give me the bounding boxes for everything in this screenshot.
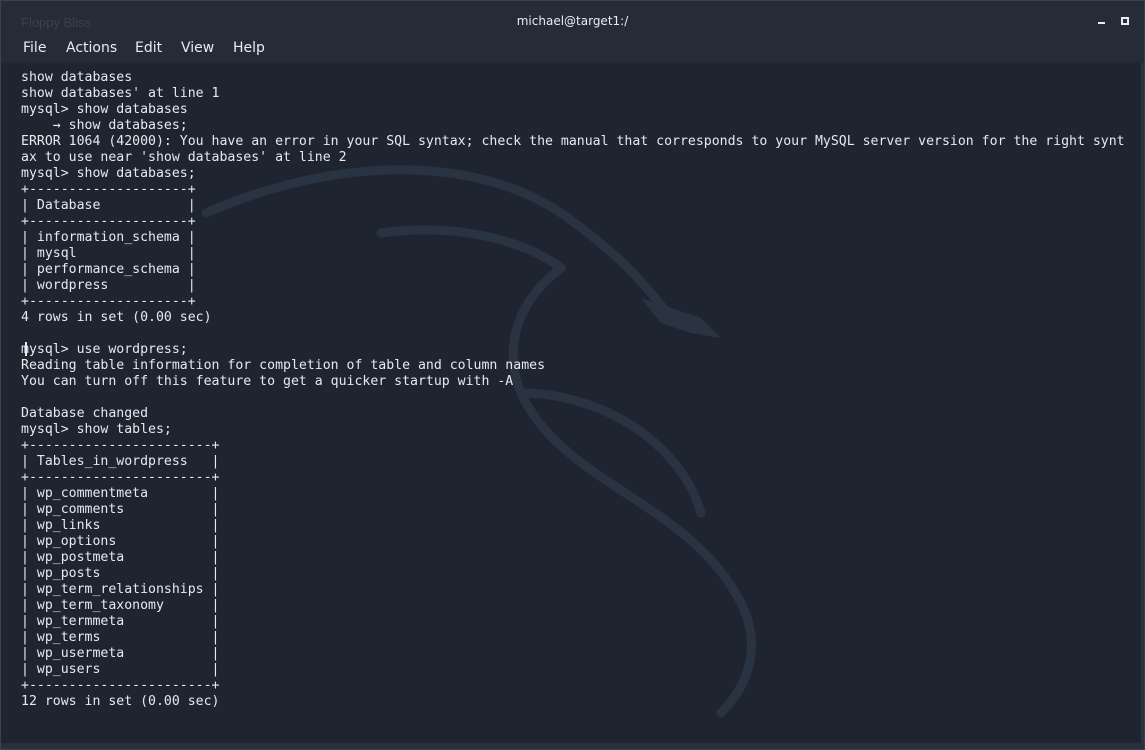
terminal-line: +--------------------+ xyxy=(21,214,196,229)
terminal-line: | information_schema | xyxy=(21,230,196,245)
menu-bar: File Actions Edit View Help xyxy=(1,37,1144,61)
terminal-line: | wp_options | xyxy=(21,534,220,549)
terminal-line: | wp_term_taxonomy | xyxy=(21,598,220,613)
minimize-icon[interactable] xyxy=(1096,15,1108,27)
terminal-line: ERROR 1064 (42000): You have an error in… xyxy=(21,134,1125,149)
menu-help[interactable]: Help xyxy=(233,40,265,56)
terminal-line: | wp_usermeta | xyxy=(21,646,220,661)
terminal-line: ax to use near 'show databases' at line … xyxy=(21,150,347,165)
maximize-icon[interactable] xyxy=(1119,15,1131,27)
terminal-line: +--------------------+ xyxy=(21,294,196,309)
window-bottom-edge xyxy=(1,743,1144,749)
terminal-line: | performance_schema | xyxy=(21,262,196,277)
menu-edit[interactable]: Edit xyxy=(135,40,162,56)
terminal-line: | wp_terms | xyxy=(21,630,220,645)
terminal-line: | wp_users | xyxy=(21,662,220,677)
terminal-line: | wp_postmeta | xyxy=(21,550,220,565)
terminal-line: | Tables_in_wordpress | xyxy=(21,454,220,469)
terminal-line: | wordpress | xyxy=(21,278,196,293)
terminal-line: +-----------------------+ xyxy=(21,678,220,693)
terminal-line: mysql> show databases; xyxy=(21,166,196,181)
terminal-line: show databases xyxy=(21,70,133,85)
terminal-line: | Database | xyxy=(21,198,196,213)
terminal-line: | wp_posts | xyxy=(21,566,220,581)
terminal-line: | mysql | xyxy=(21,246,196,261)
terminal-output-area[interactable]: show databases show databases' at line 1m… xyxy=(1,63,1141,743)
menu-view[interactable]: View xyxy=(181,40,214,56)
terminal-text: show databases show databases' at line 1m… xyxy=(21,70,1125,710)
terminal-line: 12 rows in set (0.00 sec) xyxy=(21,694,220,709)
terminal-line: Reading table information for completion… xyxy=(21,358,546,373)
menu-actions[interactable]: Actions xyxy=(66,40,117,56)
terminal-line: +-----------------------+ xyxy=(21,470,220,485)
terminal-line: | wp_termmeta | xyxy=(21,614,220,629)
menu-file[interactable]: File xyxy=(23,40,46,56)
terminal-line: +--------------------+ xyxy=(21,182,196,197)
terminal-line: | wp_links | xyxy=(21,518,220,533)
terminal-line: +-----------------------+ xyxy=(21,438,220,453)
terminal-line: | wp_comments | xyxy=(21,502,220,517)
terminal-line: 4 rows in set (0.00 sec) xyxy=(21,310,212,325)
terminal-line: Database changed xyxy=(21,406,149,421)
terminal-window: Floppy Bliss michael@target1:/ File Acti… xyxy=(0,0,1145,750)
terminal-line: You can turn off this feature to get a q… xyxy=(21,374,514,389)
text-cursor-icon xyxy=(25,342,27,356)
terminal-line: show databases' at line 1 xyxy=(21,86,220,101)
terminal-line: mysql> show tables; xyxy=(21,422,172,437)
terminal-line: mysql> show databases xyxy=(21,102,188,117)
terminal-line: mysql> use wordpress; xyxy=(21,342,188,357)
terminal-line: | wp_term_relationships | xyxy=(21,582,220,597)
title-bar[interactable]: Floppy Bliss michael@target1:/ xyxy=(1,1,1144,37)
scrollbar[interactable] xyxy=(1141,63,1144,743)
window-title: michael@target1:/ xyxy=(516,14,629,28)
terminal-line: → show databases; xyxy=(21,118,188,133)
terminal-line: | wp_commentmeta | xyxy=(21,486,220,501)
